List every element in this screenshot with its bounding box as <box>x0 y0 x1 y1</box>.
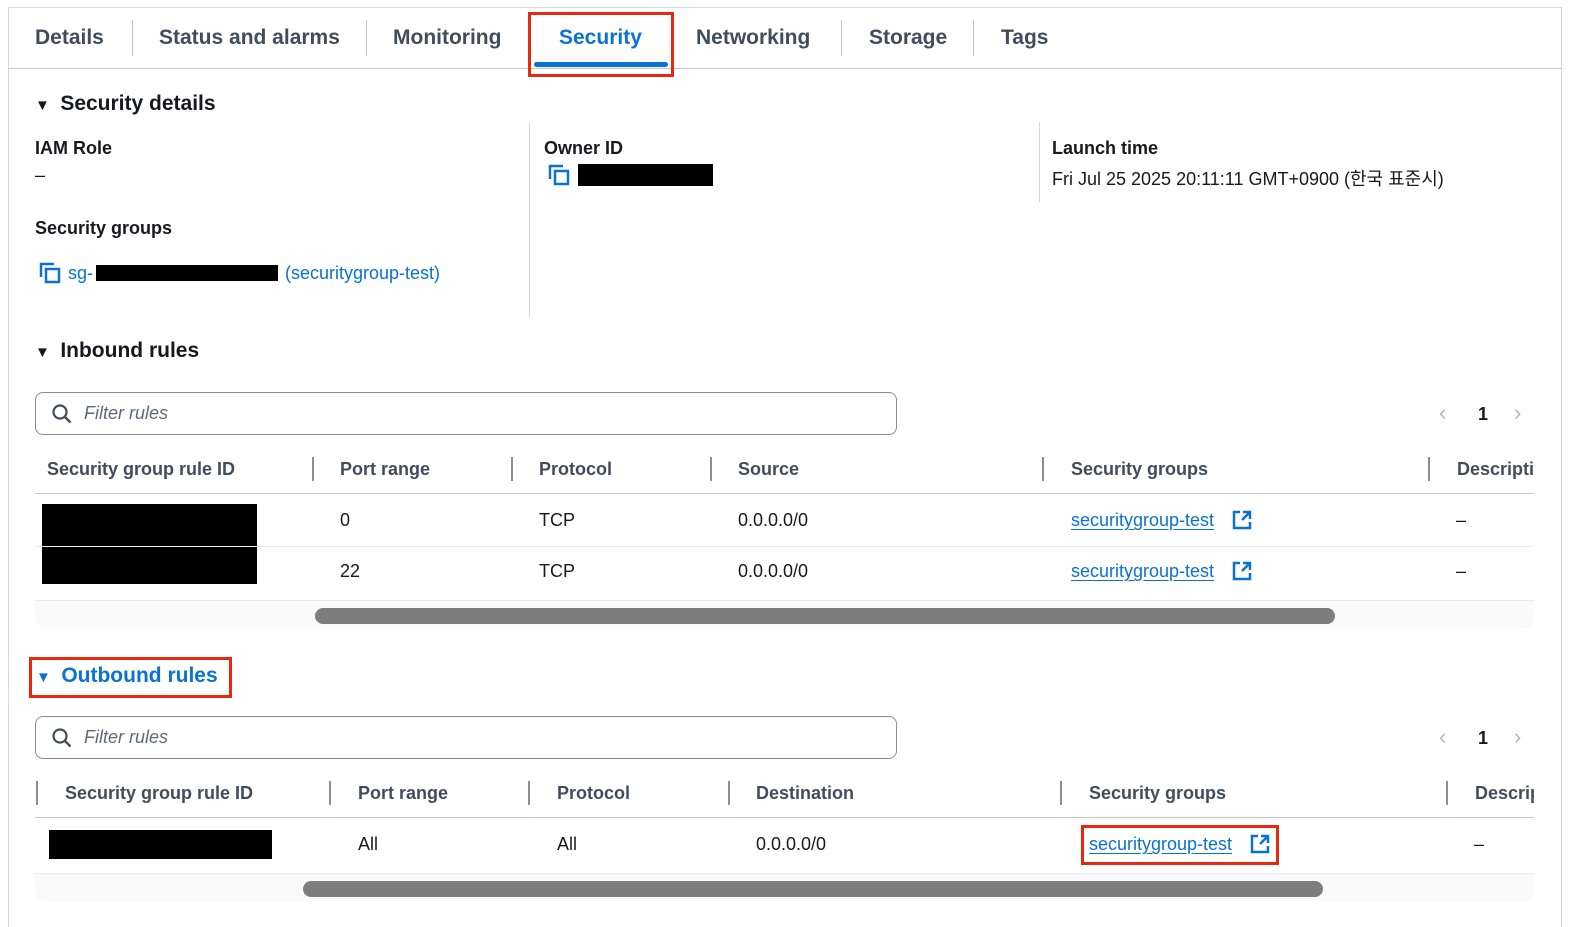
search-icon <box>52 728 72 748</box>
page-number[interactable]: 1 <box>1478 404 1488 425</box>
column-header[interactable]: Security group rule ID <box>47 459 235 480</box>
header-divider <box>35 493 1534 494</box>
owner-id-label: Owner ID <box>544 138 624 158</box>
protocol: TCP <box>539 510 575 530</box>
tab-storage[interactable]: Storage <box>869 26 947 50</box>
protocol: TCP <box>539 561 575 581</box>
column-header[interactable]: Source <box>738 459 799 480</box>
column-resizer[interactable] <box>728 781 730 805</box>
next-page-icon[interactable]: › <box>1514 724 1521 750</box>
prev-page-icon[interactable]: ‹ <box>1439 724 1446 750</box>
launch-time-value: Fri Jul 25 2025 20:11:11 GMT+0900 (한국 표준… <box>1052 169 1444 189</box>
security-group-link[interactable]: securitygroup-test <box>1071 561 1214 582</box>
tab-details[interactable]: Details <box>35 26 104 50</box>
highlight-box <box>29 657 232 698</box>
filter-placeholder: Filter rules <box>84 403 169 423</box>
outbound-filter-input[interactable]: Filter rules <box>35 716 897 759</box>
security-groups-label: Security groups <box>35 218 173 238</box>
tab-divider <box>973 20 974 56</box>
column-header[interactable]: Security group rule ID <box>65 783 253 804</box>
copy-icon[interactable] <box>39 262 61 284</box>
column-header[interactable]: Protocol <box>539 459 612 480</box>
section-title: Security details <box>60 92 216 115</box>
column-header[interactable]: Descrip <box>1475 783 1534 804</box>
tab-status-and-alarms[interactable]: Status and alarms <box>159 26 340 50</box>
port-range: 22 <box>340 561 361 581</box>
security-group-link[interactable]: securitygroup-test <box>1071 510 1214 531</box>
header-divider <box>35 817 1534 818</box>
security-details-header[interactable]: ▼ Security details <box>35 92 216 116</box>
redacted-sg-id <box>96 265 278 281</box>
iam-role-label: IAM Role <box>35 138 113 158</box>
copy-icon[interactable] <box>548 164 570 186</box>
iam-role-value: – <box>35 165 46 185</box>
tab-monitoring[interactable]: Monitoring <box>393 26 501 50</box>
launch-time-label: Launch time <box>1052 138 1159 158</box>
horizontal-scrollbar[interactable] <box>35 873 1534 901</box>
redacted-rule-id <box>49 830 272 859</box>
column-header[interactable]: Port range <box>358 783 448 804</box>
column-resizer[interactable] <box>36 781 38 805</box>
column-resizer[interactable] <box>1428 457 1430 481</box>
prev-page-icon[interactable]: ‹ <box>1439 400 1446 426</box>
sg-name-link[interactable]: (securitygroup-test) <box>285 263 440 284</box>
column-header[interactable]: Port range <box>340 459 430 480</box>
tab-bar-divider <box>8 68 1562 69</box>
next-page-icon[interactable]: › <box>1514 400 1521 426</box>
column-header[interactable]: Security groups <box>1089 783 1226 804</box>
inbound-rules-header[interactable]: ▼ Inbound rules <box>35 339 199 363</box>
column-header[interactable]: Security groups <box>1071 459 1208 480</box>
tab-tags[interactable]: Tags <box>1001 26 1048 50</box>
external-link-icon[interactable] <box>1232 561 1252 581</box>
section-title: Inbound rules <box>60 339 200 362</box>
description: – <box>1456 510 1467 530</box>
source: 0.0.0.0/0 <box>738 561 809 581</box>
description: – <box>1474 834 1485 854</box>
search-icon <box>52 404 72 424</box>
column-header[interactable]: Protocol <box>557 783 630 804</box>
redacted-rule-ids <box>42 504 257 584</box>
scrollbar-thumb[interactable] <box>315 608 1335 624</box>
column-resizer[interactable] <box>511 457 513 481</box>
page-number[interactable]: 1 <box>1478 728 1488 749</box>
destination: 0.0.0.0/0 <box>756 834 827 854</box>
row-divider <box>35 546 1534 547</box>
sg-id-link[interactable]: sg- <box>68 263 93 284</box>
horizontal-scrollbar[interactable] <box>35 600 1534 628</box>
source: 0.0.0.0/0 <box>738 510 809 530</box>
tab-divider <box>366 20 367 56</box>
tab-divider <box>132 20 133 56</box>
column-divider <box>529 122 530 318</box>
column-resizer[interactable] <box>528 781 530 805</box>
external-link-icon[interactable] <box>1232 510 1252 530</box>
column-resizer[interactable] <box>1446 781 1448 805</box>
port-range: All <box>358 834 379 854</box>
port-range: 0 <box>340 510 351 530</box>
highlight-box <box>1081 825 1279 865</box>
highlight-box <box>528 12 674 77</box>
tab-divider <box>841 20 842 56</box>
column-resizer[interactable] <box>329 781 331 805</box>
column-resizer[interactable] <box>710 457 712 481</box>
caret-down-icon: ▼ <box>35 97 50 114</box>
column-divider <box>1039 122 1040 202</box>
scrollbar-thumb[interactable] <box>303 881 1323 897</box>
caret-down-icon: ▼ <box>35 344 50 361</box>
redacted-owner-id <box>578 164 713 186</box>
column-header[interactable]: Destination <box>756 783 854 804</box>
inbound-filter-input[interactable]: Filter rules <box>35 392 897 435</box>
column-resizer[interactable] <box>1060 781 1062 805</box>
description: – <box>1456 561 1467 581</box>
filter-placeholder: Filter rules <box>84 727 169 747</box>
column-header[interactable]: Descripti <box>1457 459 1534 480</box>
tab-networking[interactable]: Networking <box>696 26 810 50</box>
column-resizer[interactable] <box>1042 457 1044 481</box>
column-resizer[interactable] <box>312 457 314 481</box>
protocol: All <box>557 834 578 854</box>
